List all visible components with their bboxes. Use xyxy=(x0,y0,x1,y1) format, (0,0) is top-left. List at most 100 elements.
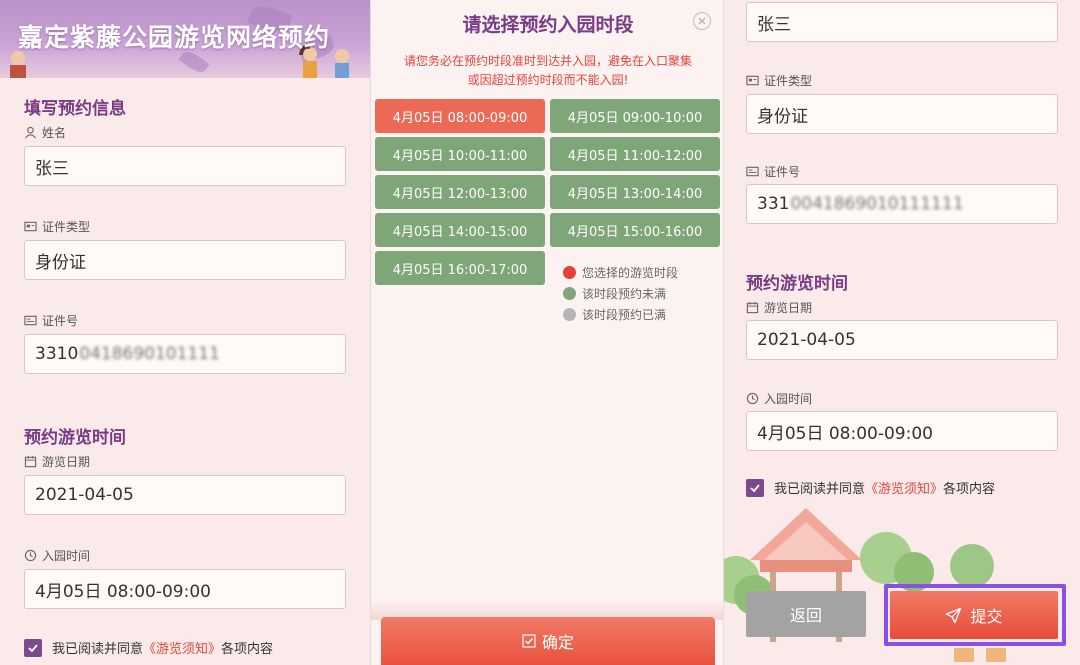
header-banner: 嘉定紫藤公园游览网络预约 xyxy=(0,0,370,78)
agree-checkbox[interactable] xyxy=(24,638,42,657)
entry-time-right-value: 4月05日 08:00-09:00 xyxy=(757,423,933,444)
calendar-icon xyxy=(746,301,759,314)
close-cross-icon xyxy=(698,17,706,25)
name-label: 姓名 xyxy=(24,124,66,141)
check-icon xyxy=(750,483,760,492)
confirm-button[interactable]: 确定 xyxy=(381,617,715,665)
time-slot-0800[interactable]: 4月05日 08:00-09:00 xyxy=(375,99,545,133)
agree-prefix-right: 我已阅读并同意 xyxy=(774,482,866,497)
name-input-value: 张三 xyxy=(35,158,69,179)
entry-time-label-right: 入园时间 xyxy=(746,390,812,407)
entry-time-input[interactable]: 4月05日 08:00-09:00 xyxy=(24,569,346,609)
agree-suffix: 各项内容 xyxy=(221,642,274,657)
close-icon[interactable] xyxy=(693,12,711,30)
entry-time-label-right-text: 入园时间 xyxy=(764,392,813,406)
id-type-label-right-text: 证件类型 xyxy=(764,74,813,88)
date-input-value: 2021-04-05 xyxy=(35,485,134,505)
id-type-label: 证件类型 xyxy=(24,218,90,235)
time-slot-1200[interactable]: 4月05日 12:00-13:00 xyxy=(375,175,545,209)
time-slot-1000[interactable]: 4月05日 10:00-11:00 xyxy=(375,137,545,171)
entry-time-value: 4月05日 08:00-09:00 xyxy=(35,581,211,602)
agree-text: 我已阅读并同意《游览须知》各项内容 xyxy=(52,638,273,657)
time-slot-1100[interactable]: 4月05日 11:00-12:00 xyxy=(550,137,720,171)
calendar-icon xyxy=(24,455,37,468)
time-slot-modal: 请选择预约入园时段 请您务必在预约时段准时到达并入园，避免在入口聚集 或因超过预… xyxy=(370,0,724,665)
id-type-value: 身份证 xyxy=(35,252,86,273)
id-card-icon xyxy=(746,75,759,86)
date-input-right[interactable]: 2021-04-05 xyxy=(746,320,1058,360)
section-title-info: 填写预约信息 xyxy=(24,99,126,119)
back-label: 返回 xyxy=(789,606,822,625)
legend-selected-label: 您选择的游览时段 xyxy=(582,266,679,280)
id-number-label-text: 证件号 xyxy=(42,314,79,328)
time-slot-1500[interactable]: 4月05日 15:00-16:00 xyxy=(550,213,720,247)
date-label-right: 游览日期 xyxy=(746,299,812,316)
id-type-select-right[interactable]: 身份证 xyxy=(746,94,1058,134)
id-card-icon xyxy=(24,221,37,232)
legend-full-label: 该时段预约已满 xyxy=(582,308,667,322)
legend-dot-available xyxy=(563,287,576,300)
legend-available-label: 该时段预约未满 xyxy=(582,287,667,301)
agree-row-right: 我已阅读并同意《游览须知》各项内容 xyxy=(746,478,995,497)
checkbox-icon xyxy=(522,634,536,648)
id-type-label-text: 证件类型 xyxy=(42,220,91,234)
section-title-time: 预约游览时间 xyxy=(24,428,126,448)
id-number-label: 证件号 xyxy=(24,312,78,329)
entry-time-label: 入园时间 xyxy=(24,547,90,564)
check-icon xyxy=(28,643,38,652)
date-input[interactable]: 2021-04-05 xyxy=(24,475,346,515)
date-label: 游览日期 xyxy=(24,453,90,470)
date-label-text: 游览日期 xyxy=(42,455,91,469)
id-type-right-value: 身份证 xyxy=(757,106,808,127)
agree-suffix-right: 各项内容 xyxy=(943,482,996,497)
id-number-right-visible: 331 xyxy=(757,194,790,214)
confirm-label: 确定 xyxy=(541,633,574,652)
modal-note-line2: 或因超过预约时段而不能入园! xyxy=(467,73,629,87)
id-number-input-right[interactable]: 331 0041869010111111 xyxy=(746,184,1058,224)
section-title-time-right: 预约游览时间 xyxy=(746,274,848,294)
agree-row: 我已阅读并同意《游览须知》各项内容 xyxy=(24,638,273,657)
visit-notice-link-right[interactable]: 《游览须知》 xyxy=(865,482,943,497)
name-input[interactable]: 张三 xyxy=(24,146,346,186)
legend-full: 该时段预约已满 xyxy=(563,306,666,323)
entry-time-label-text: 入园时间 xyxy=(42,549,91,563)
id-number-blurred: 0418690101111 xyxy=(79,344,220,364)
legend-dot-selected xyxy=(563,266,576,279)
time-slot-1300[interactable]: 4月05日 13:00-14:00 xyxy=(550,175,720,209)
id-type-select[interactable]: 身份证 xyxy=(24,240,346,280)
form-panel-right: 张三 证件类型 身份证 证件号 331 0041869010111111 预约游览… xyxy=(724,0,1080,665)
app-title: 嘉定紫藤公园游览网络预约 xyxy=(18,23,331,52)
entry-time-input-right[interactable]: 4月05日 08:00-09:00 xyxy=(746,411,1058,451)
date-label-right-text: 游览日期 xyxy=(764,301,813,315)
modal-title: 请选择预约入园时段 xyxy=(462,14,634,36)
submit-highlight-box xyxy=(884,584,1066,646)
time-slot-1400[interactable]: 4月05日 14:00-15:00 xyxy=(375,213,545,247)
clock-icon xyxy=(24,549,37,562)
agree-text-right: 我已阅读并同意《游览须知》各项内容 xyxy=(774,478,995,497)
modal-note: 请您务必在预约时段准时到达并入园，避免在入口聚集 或因超过预约时段而不能入园! xyxy=(381,52,715,90)
id-number-icon xyxy=(24,315,37,326)
id-type-label-right: 证件类型 xyxy=(746,72,812,89)
agree-checkbox-right[interactable] xyxy=(746,478,764,497)
time-slot-0900[interactable]: 4月05日 09:00-10:00 xyxy=(550,99,720,133)
id-number-visible: 3310 xyxy=(35,344,79,364)
time-slot-1600[interactable]: 4月05日 16:00-17:00 xyxy=(375,251,545,285)
agree-prefix: 我已阅读并同意 xyxy=(52,642,144,657)
legend-selected: 您选择的游览时段 xyxy=(563,264,678,281)
name-input-right-value: 张三 xyxy=(757,14,791,35)
id-number-icon xyxy=(746,166,759,177)
form-panel-left: 嘉定紫藤公园游览网络预约 填写预约信息 姓名 张三 证件类型 身份证 证件号 3… xyxy=(0,0,370,665)
clock-icon xyxy=(746,392,759,405)
legend-available: 该时段预约未满 xyxy=(563,285,666,302)
back-button[interactable]: 返回 xyxy=(746,591,866,637)
id-number-input[interactable]: 3310 0418690101111 xyxy=(24,334,346,374)
id-number-label-right-text: 证件号 xyxy=(764,165,801,179)
id-number-label-right: 证件号 xyxy=(746,163,800,180)
legend-dot-full xyxy=(563,308,576,321)
id-number-right-blurred: 0041869010111111 xyxy=(790,194,964,214)
user-icon xyxy=(24,126,37,139)
visit-notice-link[interactable]: 《游览须知》 xyxy=(143,642,221,657)
name-input-right[interactable]: 张三 xyxy=(746,2,1058,42)
name-label-text: 姓名 xyxy=(42,126,67,140)
modal-note-line1: 请您务必在预约时段准时到达并入园，避免在入口聚集 xyxy=(403,54,692,68)
